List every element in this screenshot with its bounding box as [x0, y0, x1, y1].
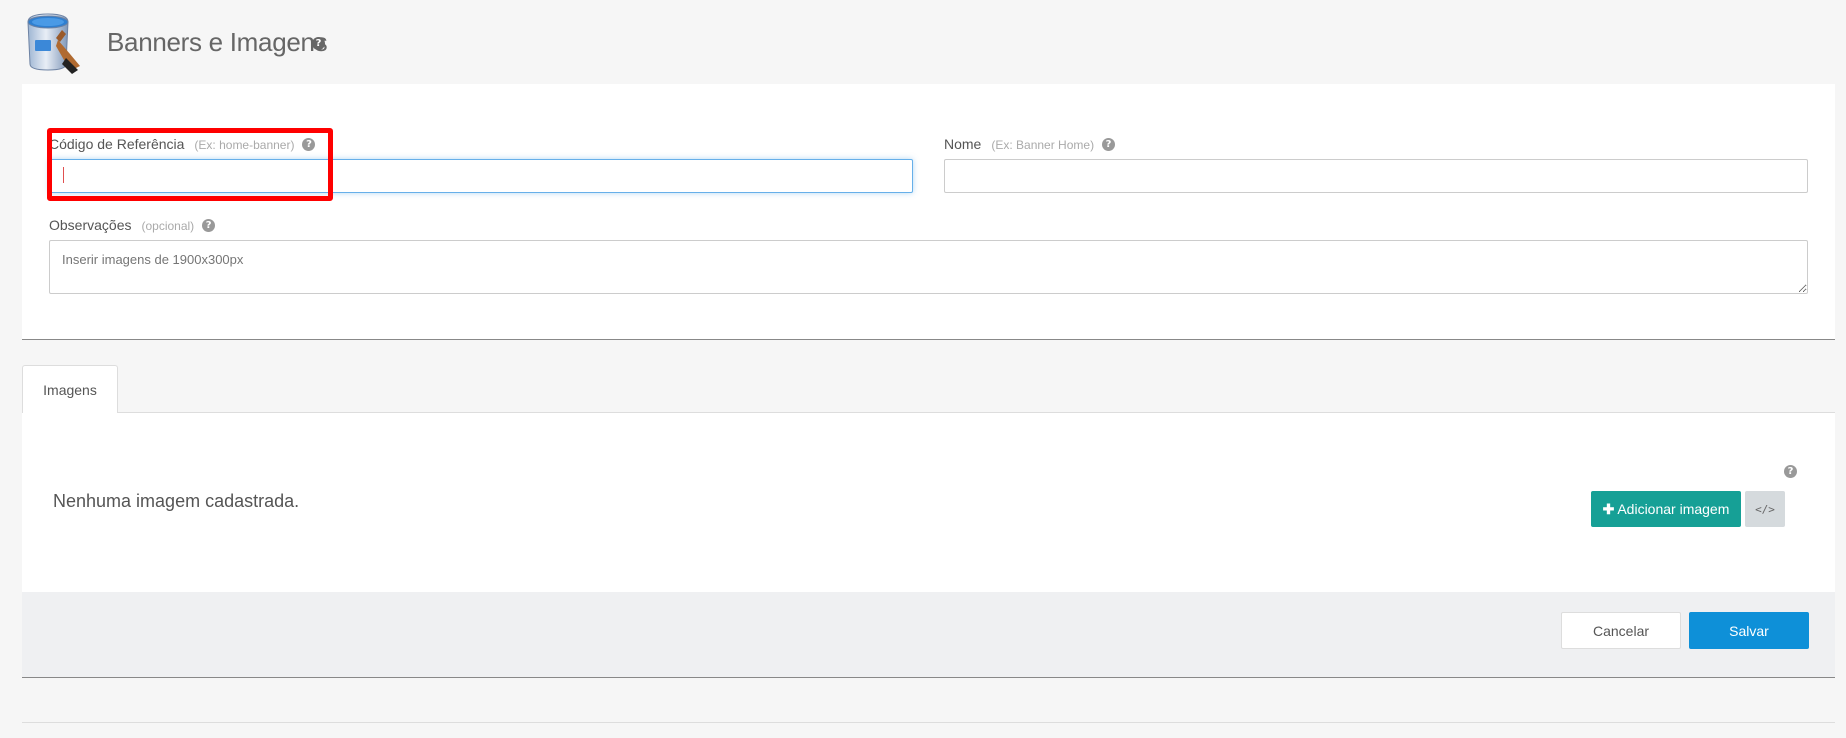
page-title: Banners e Imagens [107, 27, 328, 57]
bottom-divider [22, 722, 1835, 723]
images-panel: Nenhuma imagem cadastrada. ? ✚ Adicionar … [22, 412, 1835, 592]
question-circle-icon[interactable]: ? [312, 37, 325, 50]
code-icon: </> [1755, 502, 1775, 516]
notes-label: Observações (opcional)? [49, 217, 216, 233]
name-hint: (Ex: Banner Home) [991, 138, 1095, 152]
cancel-button[interactable]: Cancelar [1561, 612, 1681, 649]
question-circle-icon[interactable]: ? [1784, 465, 1797, 478]
question-circle-icon[interactable]: ? [202, 218, 216, 232]
form-footer: Cancelar Salvar [22, 592, 1835, 678]
banner-form-panel: Código de Referência (Ex: home-banner)? N… [22, 84, 1835, 340]
question-circle-icon[interactable]: ? [1102, 137, 1116, 151]
paint-bucket-icon [22, 8, 84, 74]
notes-textarea[interactable] [49, 240, 1808, 294]
name-label: Nome (Ex: Banner Home)? [944, 136, 1116, 152]
ref-code-label-text: Código de Referência [49, 136, 185, 152]
notes-hint: (opcional) [141, 219, 195, 233]
ref-code-input[interactable] [49, 159, 913, 193]
tab-imagens[interactable]: Imagens [22, 365, 118, 413]
add-image-label: Adicionar imagem [1617, 500, 1730, 517]
name-label-text: Nome [944, 136, 982, 152]
name-input[interactable] [944, 159, 1808, 193]
code-button[interactable]: </> [1745, 491, 1785, 527]
page-header: Banners e Imagens ? [0, 0, 1846, 84]
ref-code-label: Código de Referência (Ex: home-banner)? [49, 136, 316, 152]
plus-icon: ✚ [1602, 500, 1615, 517]
question-circle-icon[interactable]: ? [302, 137, 316, 151]
add-image-button[interactable]: ✚ Adicionar imagem [1591, 491, 1741, 527]
text-cursor [63, 167, 64, 183]
empty-images-message: Nenhuma imagem cadastrada. [53, 491, 300, 511]
notes-label-text: Observações [49, 217, 132, 233]
ref-code-hint: (Ex: home-banner) [194, 138, 295, 152]
save-button[interactable]: Salvar [1689, 612, 1809, 649]
